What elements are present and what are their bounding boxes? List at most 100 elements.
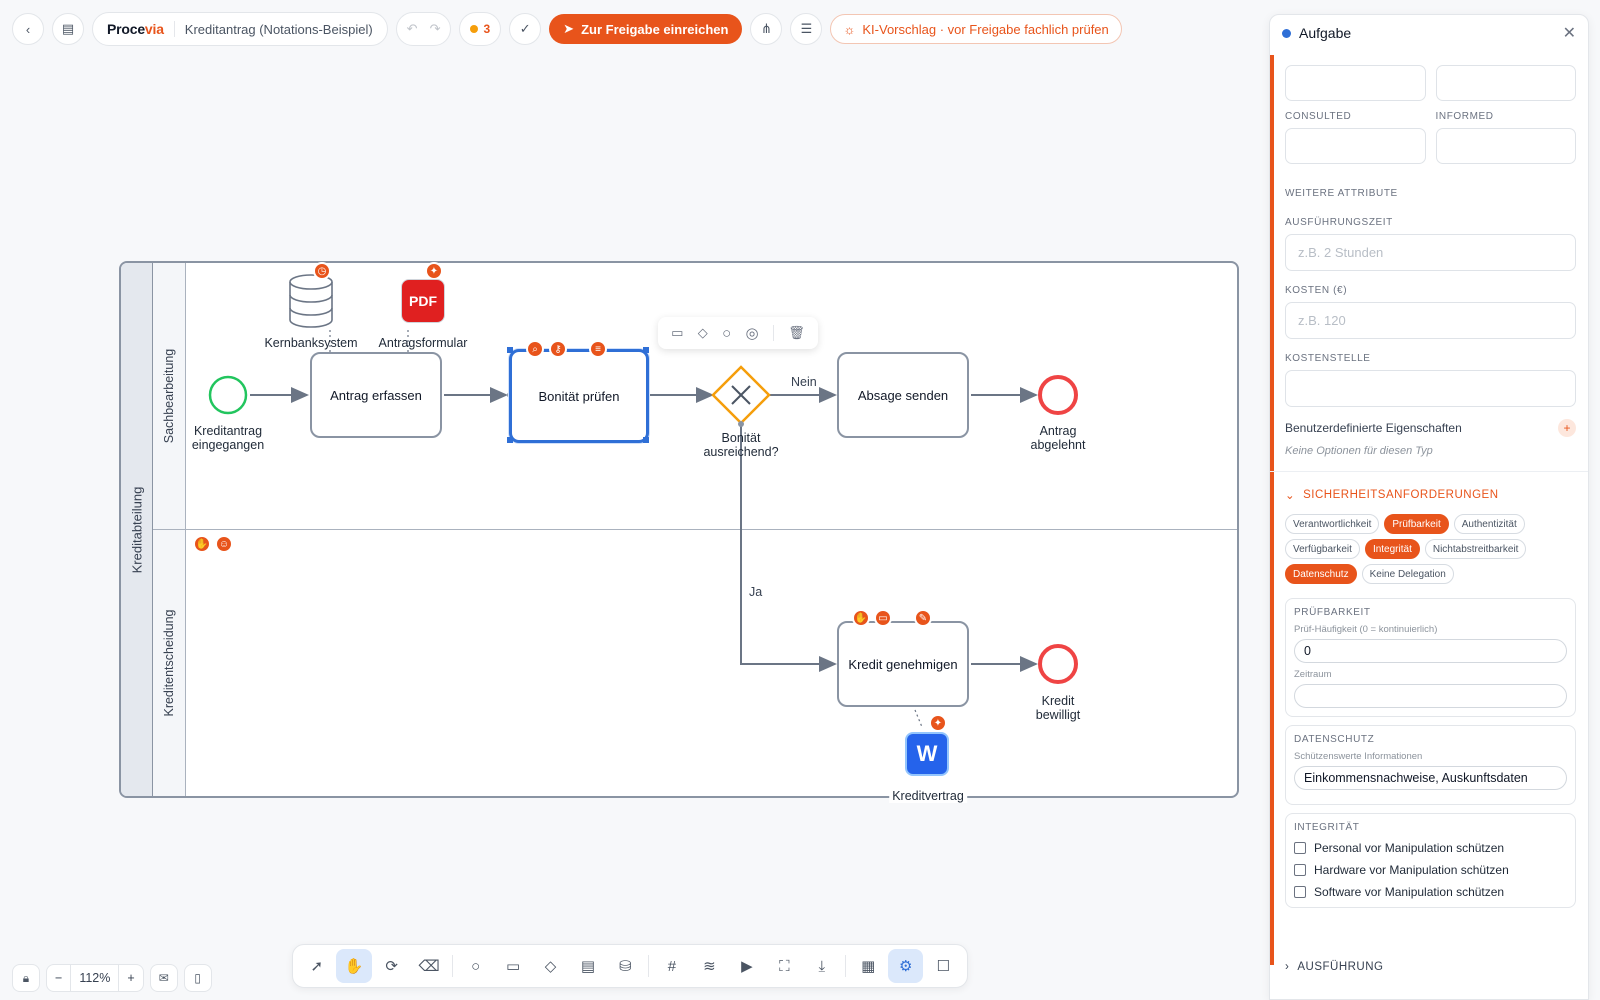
resize-handle[interactable] (507, 437, 513, 443)
handshake-badge-icon: ✦ (929, 714, 947, 732)
exec-time-input[interactable]: z.B. 2 Stunden (1285, 234, 1576, 271)
close-icon[interactable]: ✕ (1563, 23, 1576, 43)
resize-handle[interactable] (643, 437, 649, 443)
redo-icon[interactable]: ↷ (430, 21, 441, 37)
task-antrag-erfassen[interactable]: Antrag erfassen (310, 352, 442, 438)
append-intermediate-event-icon[interactable]: ◎ (746, 324, 759, 342)
hand-tool-icon[interactable]: ✋ (336, 949, 372, 983)
informed-field[interactable] (1435, 128, 1576, 164)
divider (772, 325, 774, 341)
play-tool-icon[interactable]: ▶ (729, 949, 764, 983)
chip-verfuegbarkeit[interactable]: Verfügbarkeit (1285, 539, 1360, 559)
gateway-tool-icon[interactable]: ◇ (533, 949, 568, 983)
task-bonitaet-pruefen[interactable]: Bonität prüfen (509, 349, 649, 443)
diagram-canvas[interactable]: Kreditabteilung Sachbearbeitung Krediten… (0, 0, 1260, 1000)
zoom-out-button[interactable]: − (47, 965, 72, 991)
layers-tool-icon[interactable]: ≋ (692, 949, 727, 983)
minimap-icon[interactable]: ▯ (183, 964, 212, 992)
integrity-option[interactable]: Hardware vor Manipulation schützen (1294, 863, 1567, 877)
select-tool-icon[interactable]: ➚ (299, 949, 334, 983)
privacy-card: Datenschutz Schützenswerte Informationen… (1285, 725, 1576, 805)
submit-for-approval-button[interactable]: ➤ Zur Freigabe einreichen (549, 14, 743, 44)
cost-input[interactable]: z.B. 120 (1285, 302, 1576, 339)
send-icon: ➤ (563, 21, 575, 36)
accountable-field[interactable] (1435, 65, 1576, 101)
lock-icon[interactable]: 🔒︎ (12, 964, 40, 992)
custom-properties-label: Benutzerdefinierte Eigenschaften (1285, 421, 1462, 435)
eraser-tool-icon[interactable]: ⌫ (411, 949, 446, 983)
chip-nichtabstreitbarkeit[interactable]: Nichtabstreitbarkeit (1424, 539, 1527, 559)
cost-center-input[interactable] (1285, 370, 1576, 407)
chip-integritaet[interactable]: Integrität (1364, 539, 1420, 559)
document-title[interactable]: Kreditantrag (Notations-Beispiel) (185, 22, 373, 37)
lane-label-sachbearbeitung: Sachbearbeitung (162, 348, 176, 444)
divider (451, 955, 453, 977)
zoom-in-button[interactable]: + (119, 965, 142, 991)
trash-icon[interactable]: 🗑 (788, 325, 805, 341)
zoom-level[interactable]: 112% (71, 965, 120, 991)
key-badge-icon: ⚷ (549, 340, 567, 358)
integrity-option[interactable]: Software vor Manipulation schützen (1294, 885, 1567, 899)
ai-suggestion-banner[interactable]: ☼ KI-Vorschlag · vor Freigabe fachlich p… (830, 14, 1122, 44)
settings-tool-icon[interactable]: ⚙ (887, 949, 924, 983)
append-gateway-icon[interactable]: ◇ (698, 325, 708, 341)
zoom-group: − 112% + (46, 964, 144, 992)
document-icon[interactable]: ▤ (52, 13, 84, 45)
integrity-option[interactable]: Personal vor Manipulation schützen (1294, 841, 1567, 855)
audit-period-label: Zeitraum (1294, 669, 1332, 680)
comment-tool-icon[interactable]: ☐ (925, 949, 960, 983)
panel-header: Aufgabe ✕ (1270, 15, 1588, 51)
top-toolbar: ‹ ▤ Procevia Kreditantrag (Notations-Bei… (12, 12, 1122, 46)
lasso-tool-icon[interactable]: ⟳ (374, 949, 409, 983)
list-badge-icon: ≡ (589, 340, 607, 358)
security-section-toggle[interactable]: ⌄ Sicherheitsanforderungen (1285, 488, 1576, 502)
fit-tool-icon[interactable]: ⛶ (767, 949, 802, 983)
undo-icon[interactable]: ↶ (407, 21, 418, 37)
resize-handle[interactable] (643, 347, 649, 353)
divider (173, 21, 175, 37)
chip-verantwortlichkeit[interactable]: Verantwortlichkeit (1285, 514, 1380, 534)
issues-count-button[interactable]: 3 (459, 12, 502, 46)
chip-authentizitaet[interactable]: Authentizität (1453, 514, 1525, 534)
panel-body: Consulted Informed Weitere Attribute Aus… (1270, 65, 1588, 908)
task-absage-senden[interactable]: Absage senden (837, 352, 969, 438)
word-document-icon[interactable]: W (905, 732, 949, 776)
append-end-event-icon[interactable]: ○ (722, 325, 731, 342)
execution-section-toggle[interactable]: › Ausführung (1285, 961, 1383, 973)
event-tool-icon[interactable]: ○ (458, 949, 493, 983)
sign-badge-icon: ✎ (914, 609, 932, 627)
back-icon[interactable]: ‹ (12, 13, 44, 45)
append-task-icon[interactable]: ▭ (671, 325, 683, 341)
undo-redo-group: ↶ ↷ (395, 12, 452, 46)
pdf-icon[interactable]: PDF (401, 279, 445, 323)
lane-tool-icon[interactable]: ▤ (570, 949, 605, 983)
chip-pruefbarkeit[interactable]: Prüfbarkeit (1384, 514, 1449, 534)
hand-badge-icon: ✋ (852, 609, 870, 627)
panel-title: Aufgabe (1299, 25, 1352, 41)
chip-keine-delegation[interactable]: Keine Delegation (1361, 564, 1454, 584)
lane-label-kreditentscheidung: Kreditentscheidung (162, 609, 176, 717)
checkbox[interactable] (1294, 864, 1306, 876)
comment-add-icon[interactable]: ✉ (149, 964, 178, 992)
check-icon[interactable]: ✓ (509, 13, 542, 45)
title-pill[interactable]: Procevia Kreditantrag (Notations-Beispie… (92, 12, 388, 46)
task-tool-icon[interactable]: ▭ (495, 949, 530, 983)
chip-datenschutz[interactable]: Datenschutz (1285, 564, 1357, 584)
audit-period-input[interactable] (1294, 684, 1567, 708)
datastore-tool-icon[interactable]: ⛁ (608, 949, 643, 983)
menu-icon[interactable]: ☰ (790, 13, 823, 45)
consulted-field[interactable] (1285, 128, 1426, 164)
privacy-info-input[interactable]: Einkommensnachweise, Auskunftsdaten (1294, 766, 1567, 790)
audit-frequency-input[interactable]: 0 (1294, 639, 1567, 663)
download-tool-icon[interactable]: ⤓ (804, 949, 839, 983)
task-kredit-genehmigen[interactable]: Kredit genehmigen (837, 621, 969, 707)
add-property-button[interactable]: + (1558, 419, 1576, 437)
resize-handle[interactable] (507, 347, 513, 353)
grid-tool-icon[interactable]: # (654, 949, 689, 983)
apps-tool-icon[interactable]: ▦ (851, 949, 886, 983)
handshake-badge-icon: ✦ (425, 262, 443, 280)
checkbox[interactable] (1294, 842, 1306, 854)
share-icon[interactable]: ⋔ (750, 13, 783, 45)
responsible-field[interactable] (1285, 65, 1426, 101)
checkbox[interactable] (1294, 886, 1306, 898)
